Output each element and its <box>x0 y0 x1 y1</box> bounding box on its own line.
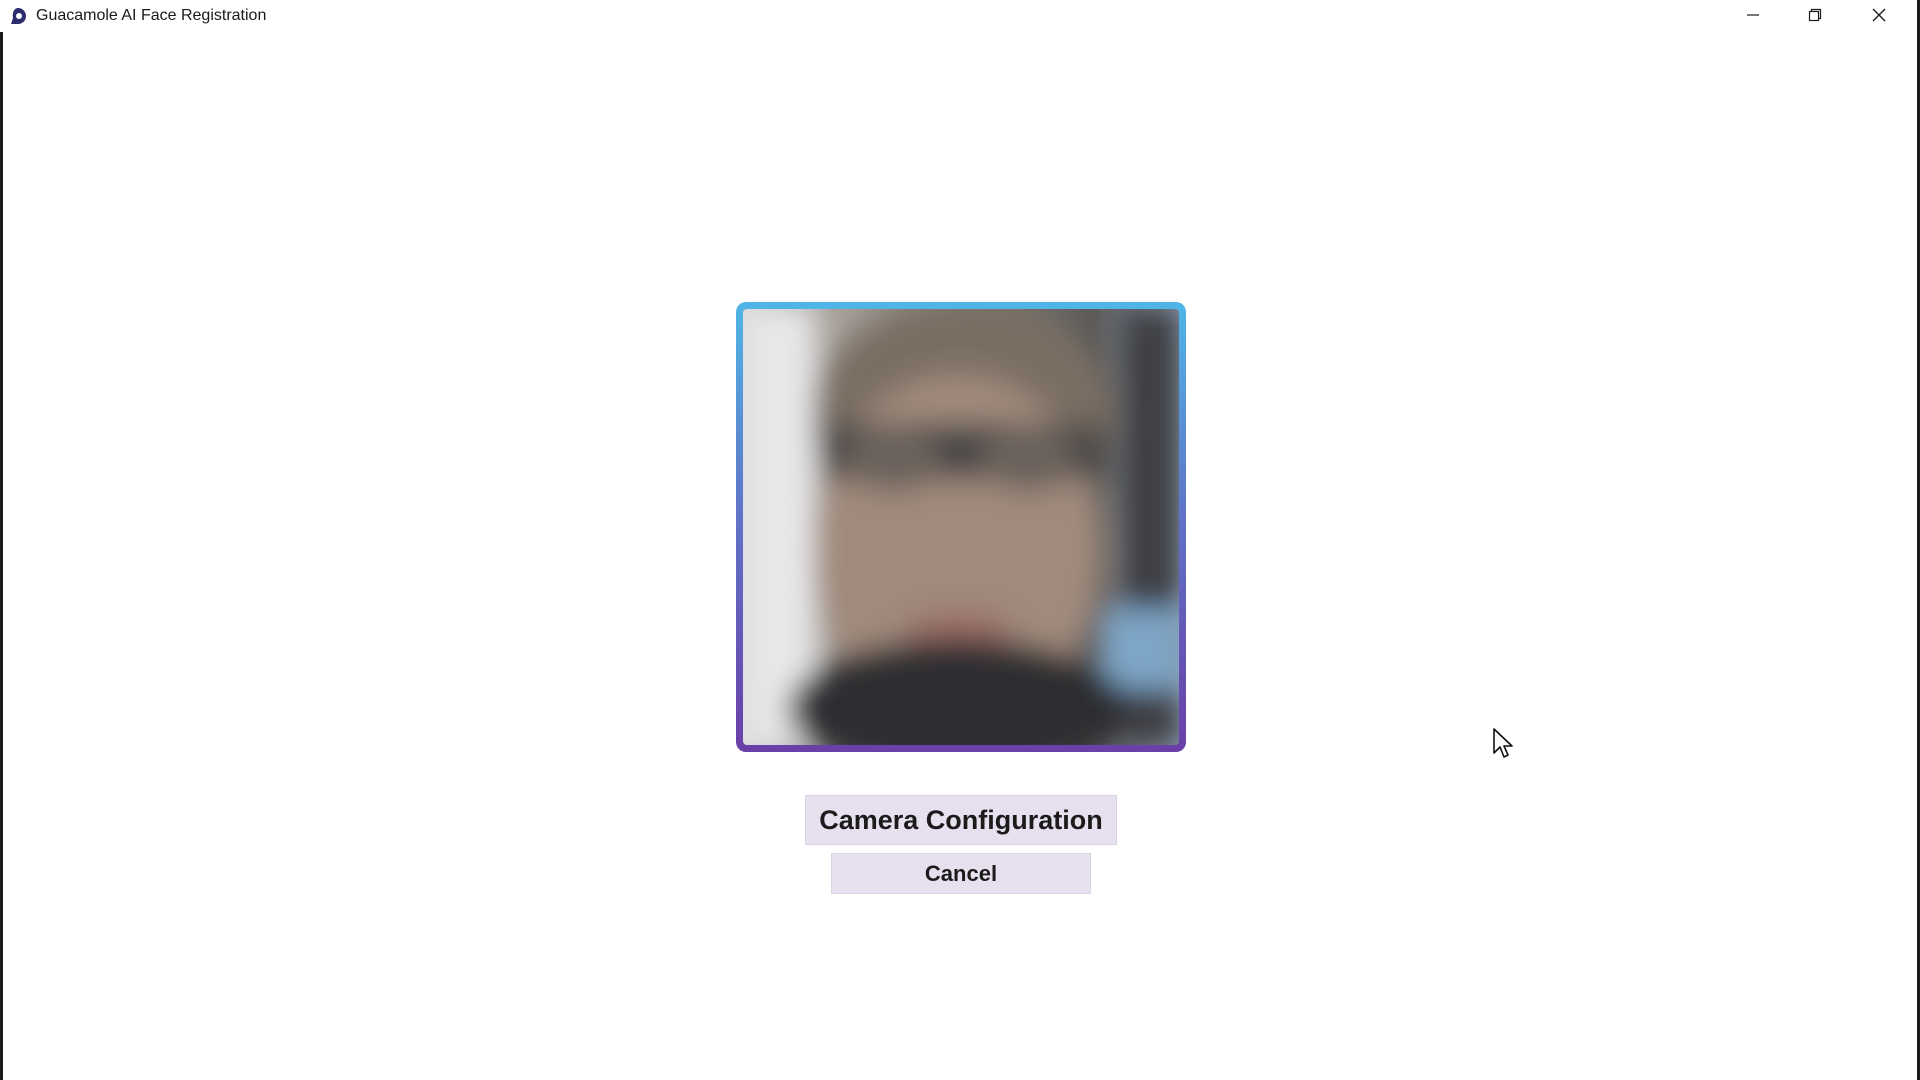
minimize-icon <box>1747 14 1759 16</box>
minimize-button[interactable] <box>1722 0 1784 30</box>
restore-icon <box>1808 8 1822 22</box>
cancel-button[interactable]: Cancel <box>831 853 1091 894</box>
close-icon <box>1872 8 1886 22</box>
camera-preview-frame <box>736 302 1186 752</box>
restore-button[interactable] <box>1784 0 1846 30</box>
title-bar[interactable]: Guacamole AI Face Registration <box>0 0 1917 32</box>
camera-feed-blurred-face <box>743 309 1179 745</box>
window-title: Guacamole AI Face Registration <box>36 7 267 24</box>
mouse-cursor-icon <box>1493 728 1513 758</box>
window-border <box>0 28 3 1080</box>
app-logo-icon <box>8 6 28 26</box>
camera-configuration-button[interactable]: Camera Configuration <box>805 795 1117 845</box>
app-window: Guacamole AI Face Registration Camera Co… <box>0 0 1920 1080</box>
close-button[interactable] <box>1848 0 1910 30</box>
camera-feed-image <box>743 309 1179 745</box>
